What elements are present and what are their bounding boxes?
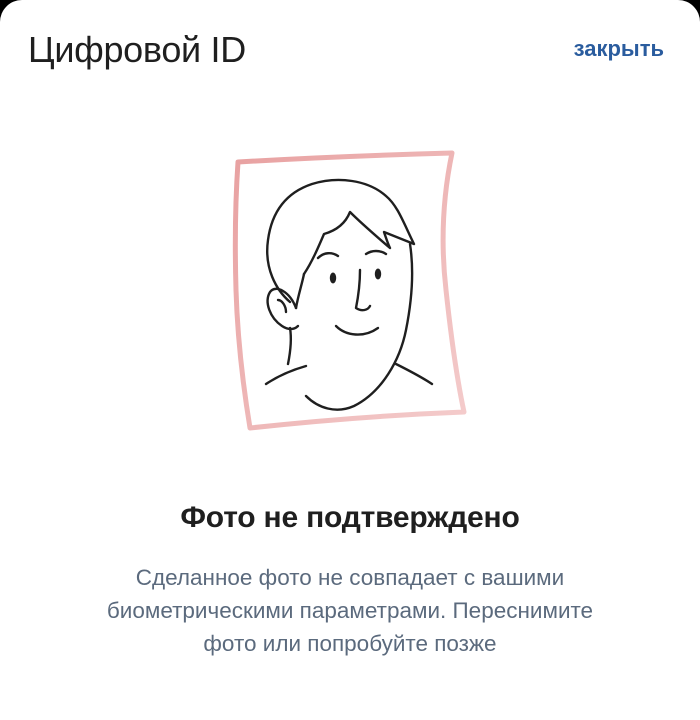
face-photo-illustration-icon bbox=[232, 150, 467, 431]
face-drawing bbox=[264, 178, 434, 411]
bottom-sheet: Цифровой ID закрыть Фото не подтверждено… bbox=[0, 0, 700, 720]
left-eye bbox=[329, 272, 337, 284]
photo-frame bbox=[232, 150, 467, 431]
right-eye bbox=[374, 268, 382, 280]
close-button[interactable]: закрыть bbox=[574, 34, 664, 64]
result-title: Фото не подтверждено bbox=[180, 501, 520, 534]
result-message: Сделанное фото не совпадает с вашими био… bbox=[106, 565, 594, 656]
page-title: Цифровой ID bbox=[28, 29, 246, 70]
